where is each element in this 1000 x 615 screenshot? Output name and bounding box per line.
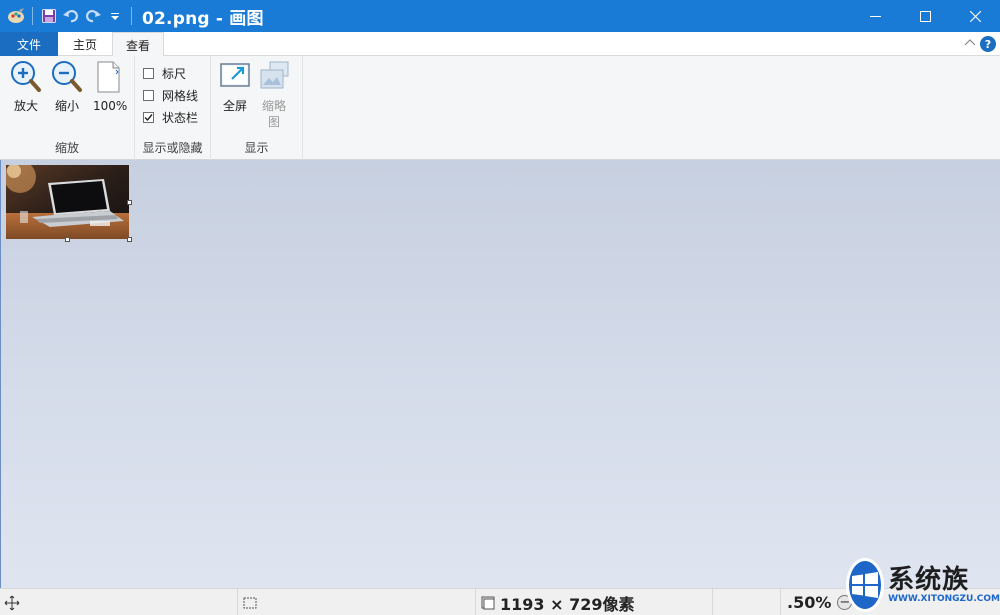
save-icon[interactable] bbox=[39, 6, 59, 26]
watermark-url: WWW.XITONGZU.COM bbox=[888, 594, 1000, 604]
ruler-checkbox[interactable]: 标尺 bbox=[143, 64, 186, 82]
thumbnail-label: 缩略图 bbox=[261, 99, 286, 129]
image-size-icon bbox=[481, 596, 495, 609]
close-button[interactable] bbox=[950, 0, 1000, 32]
windows-logo-icon bbox=[846, 558, 885, 612]
tab-home[interactable]: 主页 bbox=[60, 32, 110, 56]
selection-size-section bbox=[238, 589, 476, 615]
resize-handle-corner[interactable] bbox=[127, 237, 132, 242]
checkbox-box-checked[interactable] bbox=[143, 111, 154, 123]
watermark-brand: 系统族 bbox=[888, 565, 970, 595]
collapse-ribbon-icon[interactable] bbox=[964, 37, 976, 51]
canvas-area[interactable] bbox=[0, 160, 1000, 588]
tab-file[interactable]: 文件 bbox=[0, 32, 58, 56]
cursor-position-icon bbox=[4, 595, 20, 610]
checkmark-icon bbox=[144, 113, 153, 121]
zoom-out-label: 缩小 bbox=[54, 99, 79, 113]
display-group-label: 显示 bbox=[244, 141, 269, 155]
fullscreen-label: 全屏 bbox=[222, 99, 247, 113]
cursor-position-section bbox=[0, 589, 238, 615]
redo-icon[interactable] bbox=[83, 6, 103, 26]
window-title: 02.png - 画图 bbox=[142, 8, 264, 29]
ribbon-panel: 放大 缩小 100% 缩放 标尺 网格线 状态栏 显示或隐藏 全屏 缩略图 显示 bbox=[0, 56, 1000, 160]
gridlines-checkbox[interactable]: 网格线 bbox=[143, 86, 198, 104]
tab-view[interactable]: 查看 bbox=[112, 32, 164, 57]
checkbox-box[interactable] bbox=[143, 67, 154, 79]
minimize-button[interactable] bbox=[850, 0, 900, 32]
thumbnail-icon bbox=[260, 61, 289, 89]
paint-app-icon[interactable] bbox=[6, 6, 26, 26]
show-hide-group: 标尺 网格线 状态栏 显示或隐藏 bbox=[135, 56, 211, 160]
image-size-section: 1193 × 729像素 bbox=[476, 589, 713, 615]
empty-status-section bbox=[713, 589, 781, 615]
maximize-icon bbox=[919, 10, 931, 22]
selection-size-icon bbox=[243, 597, 257, 608]
ribbon-tab-row: 文件 主页 查看 ? bbox=[0, 32, 1000, 57]
zoom-100-button[interactable]: 100% bbox=[89, 60, 127, 114]
minimize-icon bbox=[869, 15, 881, 17]
zoom-group: 放大 缩小 100% 缩放 bbox=[0, 56, 135, 160]
maximize-button[interactable] bbox=[900, 0, 950, 32]
page-100-icon bbox=[97, 61, 120, 93]
zoom-group-label: 缩放 bbox=[54, 141, 79, 155]
close-icon bbox=[969, 10, 981, 22]
checkbox-box[interactable] bbox=[143, 89, 154, 101]
zoom-level: .50% bbox=[787, 593, 832, 612]
help-icon[interactable]: ? bbox=[980, 36, 996, 52]
fullscreen-button[interactable]: 全屏 bbox=[216, 60, 254, 114]
watermark: 系统族 WWW.XITONGZU.COM bbox=[846, 555, 1000, 615]
toolbar-separator bbox=[131, 7, 132, 25]
customize-dropdown-icon[interactable] bbox=[105, 6, 125, 26]
undo-icon[interactable] bbox=[61, 6, 81, 26]
title-bar: 02.png - 画图 bbox=[0, 0, 1000, 32]
canvas-image[interactable] bbox=[6, 165, 129, 239]
laptop-photo-image bbox=[6, 165, 129, 239]
display-group: 全屏 缩略图 显示 bbox=[211, 56, 303, 160]
ruler-label: 标尺 bbox=[162, 66, 187, 81]
watermark-text: 系统族 WWW.XITONGZU.COM bbox=[888, 566, 1000, 604]
fullscreen-icon bbox=[220, 63, 250, 87]
zoom-100-label: 100% bbox=[93, 99, 128, 113]
thumbnail-button[interactable]: 缩略图 bbox=[255, 60, 293, 130]
statusbar-checkbox[interactable]: 状态栏 bbox=[143, 108, 198, 126]
resize-handle-right[interactable] bbox=[127, 200, 132, 205]
window-controls bbox=[850, 0, 1000, 32]
toolbar-separator bbox=[32, 7, 33, 25]
resize-handle-bottom[interactable] bbox=[65, 237, 70, 242]
show-hide-group-label: 显示或隐藏 bbox=[142, 141, 203, 155]
image-dimensions: 1193 × 729像素 bbox=[500, 594, 635, 614]
zoom-out-button[interactable]: 缩小 bbox=[48, 60, 86, 114]
quick-access-toolbar bbox=[0, 0, 138, 32]
zoom-in-icon bbox=[11, 61, 41, 92]
zoom-in-button[interactable]: 放大 bbox=[7, 60, 45, 114]
zoom-in-label: 放大 bbox=[13, 99, 38, 113]
zoom-out-icon bbox=[52, 61, 82, 92]
gridlines-label: 网格线 bbox=[162, 88, 199, 103]
statusbar-label: 状态栏 bbox=[162, 110, 199, 125]
